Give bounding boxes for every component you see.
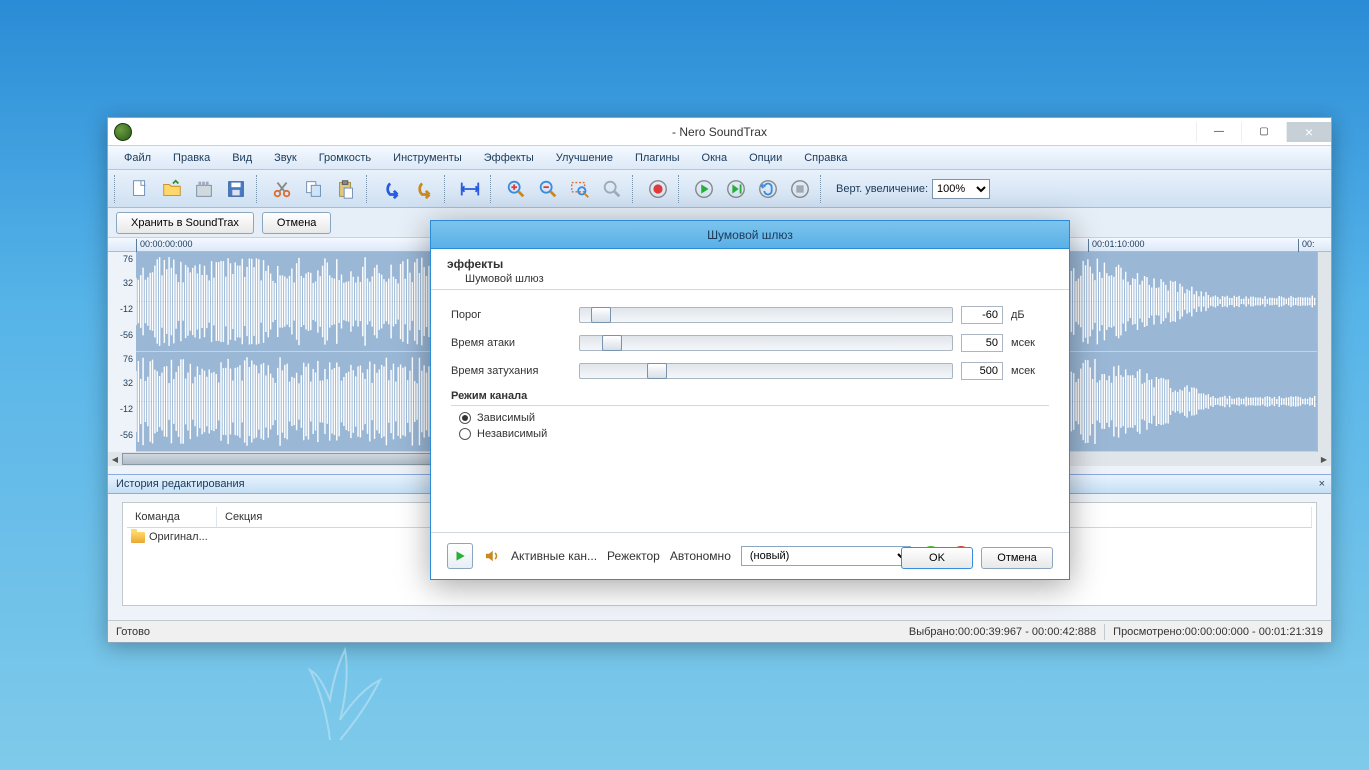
release-label: Время затухания [451,365,571,377]
app-icon [114,123,132,141]
scroll-right-icon[interactable]: ▶ [1317,452,1331,466]
play-icon[interactable] [690,175,718,203]
threshold-input[interactable] [961,306,1003,324]
radio-dependent[interactable]: Зависимый [459,412,1049,424]
menu-edit[interactable]: Правка [163,149,220,167]
store-button[interactable]: Хранить в SoundTrax [116,212,254,234]
stop-icon[interactable] [786,175,814,203]
paste-icon[interactable] [332,175,360,203]
timeline-mark: 00:01:10:000 [1088,239,1145,252]
radio-icon [459,428,471,440]
cancel-action-button[interactable]: Отмена [262,212,331,234]
record-icon[interactable] [644,175,672,203]
release-slider[interactable] [579,363,953,379]
threshold-unit: дБ [1011,309,1049,321]
desktop-decoration [270,620,410,740]
menu-windows[interactable]: Окна [692,149,738,167]
history-close-icon[interactable]: × [1319,478,1325,490]
release-input[interactable] [961,362,1003,380]
minimize-button[interactable]: — [1196,122,1241,142]
attack-slider[interactable] [579,335,953,351]
save-icon[interactable] [222,175,250,203]
release-unit: мсек [1011,365,1049,377]
attack-label: Время атаки [451,337,571,349]
library-icon[interactable] [190,175,218,203]
zoom-select[interactable]: 100% [932,179,990,199]
dialog-title: Шумовой шлюз [431,221,1069,249]
zoom-label: Верт. увеличение: [836,183,928,195]
menu-options[interactable]: Опции [739,149,792,167]
menu-tools[interactable]: Инструменты [383,149,472,167]
timeline-mark: 00: [1298,239,1315,252]
menu-view[interactable]: Вид [222,149,262,167]
active-channels-label: Активные кан... [511,549,597,563]
attack-input[interactable] [961,334,1003,352]
threshold-label: Порог [451,309,571,321]
noise-gate-dialog: Шумовой шлюз эффекты Шумовой шлюз Порог … [430,220,1070,580]
y-scale: 76 32 -12 -56 76 32 -12 -56 [108,252,136,452]
menu-plugins[interactable]: Плагины [625,149,690,167]
menu-file[interactable]: Файл [114,149,161,167]
menu-effects[interactable]: Эффекты [474,149,544,167]
dialog-header: эффекты Шумовой шлюз [431,249,1069,290]
menu-volume[interactable]: Громкость [309,149,381,167]
window-title: - Nero SoundTrax [672,125,767,139]
radio-independent[interactable]: Независимый [459,428,1049,440]
toolbar: Верт. увеличение: 100% [108,170,1331,208]
zoom-selection-icon[interactable] [566,175,594,203]
status-viewed: Просмотрено:00:00:00:000 - 00:01:21:319 [1113,626,1323,638]
status-ready: Готово [116,626,150,638]
play-selection-icon[interactable] [722,175,750,203]
close-button[interactable]: × [1286,122,1331,142]
fit-width-icon[interactable] [456,175,484,203]
status-selected: Выбрано:00:00:39:967 - 00:00:42:888 [909,626,1096,638]
folder-icon [131,532,145,543]
threshold-slider[interactable] [579,307,953,323]
preset-select[interactable]: (новый) [741,546,911,566]
cancel-button[interactable]: Отмена [981,547,1053,569]
loop-icon[interactable] [754,175,782,203]
vertical-scrollbar[interactable] [1317,252,1331,452]
preview-play-button[interactable] [447,543,473,569]
history-title: История редактирования [116,478,245,490]
director-label: Режектор [607,549,660,563]
attack-unit: мсек [1011,337,1049,349]
undo-icon[interactable] [378,175,406,203]
cut-icon[interactable] [268,175,296,203]
history-row-label: Оригинал... [149,531,208,543]
copy-icon[interactable] [300,175,328,203]
ok-button[interactable]: OK [901,547,973,569]
timeline-mark: 00:00:00:000 [136,239,193,252]
menubar: Файл Правка Вид Звук Громкость Инструмен… [108,146,1331,170]
channel-mode-label: Режим канала [451,390,1049,406]
autonomous-label: Автономно [670,549,731,563]
zoom-out-icon[interactable] [534,175,562,203]
radio-icon [459,412,471,424]
maximize-button[interactable]: ▢ [1241,122,1286,142]
menu-enhance[interactable]: Улучшение [546,149,623,167]
menu-help[interactable]: Справка [794,149,857,167]
new-file-icon[interactable] [126,175,154,203]
redo-icon[interactable] [410,175,438,203]
zoom-reset-icon[interactable] [598,175,626,203]
history-col-command[interactable]: Команда [127,507,217,527]
open-file-icon[interactable] [158,175,186,203]
zoom-in-icon[interactable] [502,175,530,203]
menu-sound[interactable]: Звук [264,149,307,167]
speaker-icon[interactable] [483,547,501,565]
titlebar: - Nero SoundTrax — ▢ × [108,118,1331,146]
scroll-left-icon[interactable]: ◀ [108,452,122,466]
